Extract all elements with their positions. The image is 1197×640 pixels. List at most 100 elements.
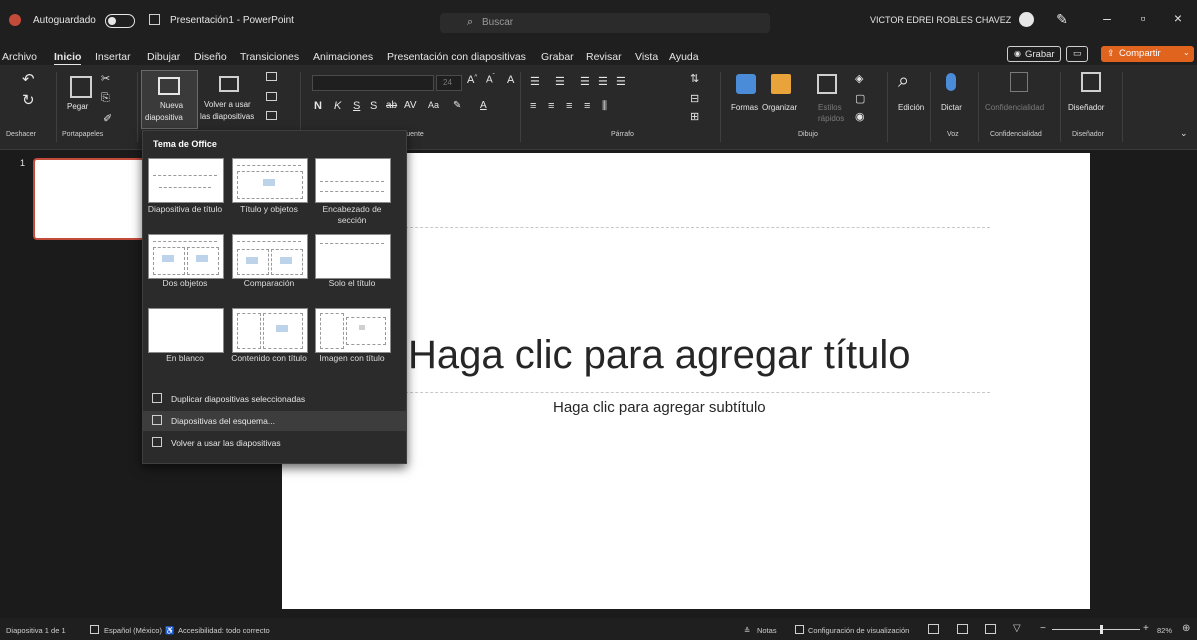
tab-archivo[interactable]: Archivo xyxy=(2,51,37,63)
tab-insertar[interactable]: Insertar xyxy=(95,51,131,63)
font-color-icon[interactable]: A xyxy=(480,100,487,111)
quick-styles-label-2[interactable]: rápidos xyxy=(818,114,844,123)
slide-sorter-icon[interactable] xyxy=(957,624,968,634)
tab-dibujar[interactable]: Dibujar xyxy=(147,51,180,63)
copy-icon[interactable]: ⎘ xyxy=(101,92,110,105)
language[interactable]: Español (México) xyxy=(104,626,162,635)
paste-icon[interactable] xyxy=(70,76,92,98)
increase-indent-icon[interactable]: ☰ xyxy=(598,75,608,88)
text-direction-icon[interactable]: ⇅ xyxy=(690,72,699,85)
quick-styles-label[interactable]: Estilos xyxy=(818,103,842,112)
arrange-label[interactable]: Organizar xyxy=(762,103,797,112)
tab-animaciones[interactable]: Animaciones xyxy=(313,51,373,63)
designer-label[interactable]: Diseñador xyxy=(1068,103,1104,112)
layout-comparison[interactable] xyxy=(232,234,308,279)
redo-icon[interactable]: ↻ xyxy=(22,91,35,109)
spelling-icon[interactable] xyxy=(90,625,99,634)
zoom-in-icon[interactable]: + xyxy=(1143,623,1149,634)
sensitivity-icon[interactable] xyxy=(1010,72,1028,92)
subtitle-placeholder[interactable]: Haga clic para agregar subtítulo xyxy=(553,399,766,416)
spacing-icon[interactable]: AV xyxy=(404,100,417,111)
italic-icon[interactable]: K xyxy=(334,100,341,112)
align-text-icon[interactable]: ⊟ xyxy=(690,92,699,105)
cut-icon[interactable]: ✂ xyxy=(101,72,110,85)
justify-icon[interactable]: ≡ xyxy=(584,100,590,112)
shape-effects-icon[interactable]: ◉ xyxy=(855,110,865,123)
quick-styles-icon[interactable] xyxy=(817,74,837,94)
layout-title-content[interactable] xyxy=(232,158,308,203)
record-button[interactable]: ◉ Grabar xyxy=(1007,46,1061,62)
title-placeholder[interactable]: Haga clic para agregar título xyxy=(408,333,911,378)
reading-view-icon[interactable] xyxy=(985,624,996,634)
find-icon[interactable]: ⌕ xyxy=(898,70,909,93)
shapes-label[interactable]: Formas xyxy=(731,103,758,112)
fit-to-window-icon[interactable]: ⊕ xyxy=(1182,623,1190,634)
reuse-slides-label-2[interactable]: las diapositivas xyxy=(200,112,254,121)
reuse-slides-command[interactable]: Volver a usar las diapositivas xyxy=(143,433,406,453)
smartart-icon[interactable]: ⊞ xyxy=(690,110,699,123)
reuse-slides-label[interactable]: Volver a usar xyxy=(204,100,251,109)
underline-icon[interactable]: S xyxy=(353,100,360,112)
normal-view-icon[interactable] xyxy=(928,624,939,634)
collapse-ribbon-icon[interactable]: ⌄ xyxy=(1180,128,1188,139)
align-right-icon[interactable]: ≡ xyxy=(566,100,572,112)
arrange-icon[interactable] xyxy=(771,74,791,94)
accessibility-status[interactable]: Accesibilidad: todo correcto xyxy=(178,626,270,635)
user-name[interactable]: VICTOR EDREI ROBLES CHAVEZ xyxy=(870,15,1011,25)
pen-icon[interactable]: ✎ xyxy=(1050,11,1074,28)
layout-two-content[interactable] xyxy=(148,234,224,279)
zoom-level[interactable]: 82% xyxy=(1157,626,1172,635)
autosave-toggle[interactable] xyxy=(105,14,135,28)
tab-revisar[interactable]: Revisar xyxy=(586,51,622,63)
reuse-slides-icon[interactable] xyxy=(219,76,239,92)
paste-label[interactable]: Pegar xyxy=(67,102,88,111)
search-box[interactable]: ⌕ Buscar xyxy=(440,13,770,33)
avatar[interactable] xyxy=(1019,12,1034,27)
format-painter-icon[interactable]: ✐ xyxy=(103,112,112,125)
editing-label[interactable]: Edición xyxy=(898,103,924,112)
restore-icon[interactable]: ▫ xyxy=(1131,10,1155,26)
undo-icon[interactable]: ↶ xyxy=(22,70,35,88)
tab-vista[interactable]: Vista xyxy=(635,51,658,63)
tab-presentacion[interactable]: Presentación con diapositivas xyxy=(387,51,526,63)
notes-button[interactable]: Notas xyxy=(757,626,777,635)
shape-outline-icon[interactable]: ▢ xyxy=(855,92,865,105)
minimize-icon[interactable]: – xyxy=(1095,10,1119,26)
dictate-label[interactable]: Dictar xyxy=(941,103,962,112)
comments-button[interactable]: ▭ xyxy=(1066,46,1088,62)
case-icon[interactable]: Aa xyxy=(428,100,439,110)
close-icon[interactable]: × xyxy=(1166,10,1190,26)
designer-icon[interactable] xyxy=(1081,72,1101,92)
columns-icon[interactable]: ⫼ xyxy=(602,100,607,113)
strikethrough-icon[interactable]: ab xyxy=(386,100,397,111)
duplicate-slides-command[interactable]: Duplicar diapositivas seleccionadas xyxy=(143,389,406,409)
save-icon[interactable] xyxy=(149,14,160,25)
clear-format-icon[interactable]: A xyxy=(507,74,514,86)
slide-thumbnail[interactable] xyxy=(33,158,145,240)
zoom-out-icon[interactable]: − xyxy=(1040,623,1046,634)
shape-fill-icon[interactable]: ◈ xyxy=(855,72,863,85)
display-settings-button[interactable]: Configuración de visualización xyxy=(808,626,909,635)
outline-slides-command[interactable]: Diapositivas del esquema... xyxy=(143,411,406,431)
new-slide-button[interactable]: Nueva diapositiva xyxy=(141,70,198,129)
layout-icon[interactable] xyxy=(266,72,277,81)
layout-title-slide[interactable] xyxy=(148,158,224,203)
font-size-field[interactable]: 24 xyxy=(436,75,462,91)
align-left-icon[interactable]: ≡ xyxy=(530,100,536,112)
zoom-slider[interactable] xyxy=(1052,629,1140,630)
bullets-icon[interactable]: ☰ xyxy=(530,75,540,88)
font-name-field[interactable] xyxy=(312,75,434,91)
tab-inicio[interactable]: Inicio xyxy=(54,51,82,66)
tab-grabar[interactable]: Grabar xyxy=(541,51,574,63)
share-button[interactable]: ⇪ Compartir ⌄ xyxy=(1101,46,1194,62)
numbering-icon[interactable]: ☰ xyxy=(555,75,565,88)
layout-picture-caption[interactable] xyxy=(315,308,391,353)
shadow-icon[interactable]: S xyxy=(370,100,377,112)
shapes-icon[interactable] xyxy=(736,74,756,94)
line-spacing-icon[interactable]: ☰ xyxy=(616,75,626,88)
layout-blank[interactable] xyxy=(148,308,224,353)
sensitivity-label[interactable]: Confidencialidad xyxy=(985,103,1044,112)
layout-content-caption[interactable] xyxy=(232,308,308,353)
increase-font-icon[interactable]: A^ xyxy=(467,74,477,86)
tab-diseno[interactable]: Diseño xyxy=(194,51,227,63)
